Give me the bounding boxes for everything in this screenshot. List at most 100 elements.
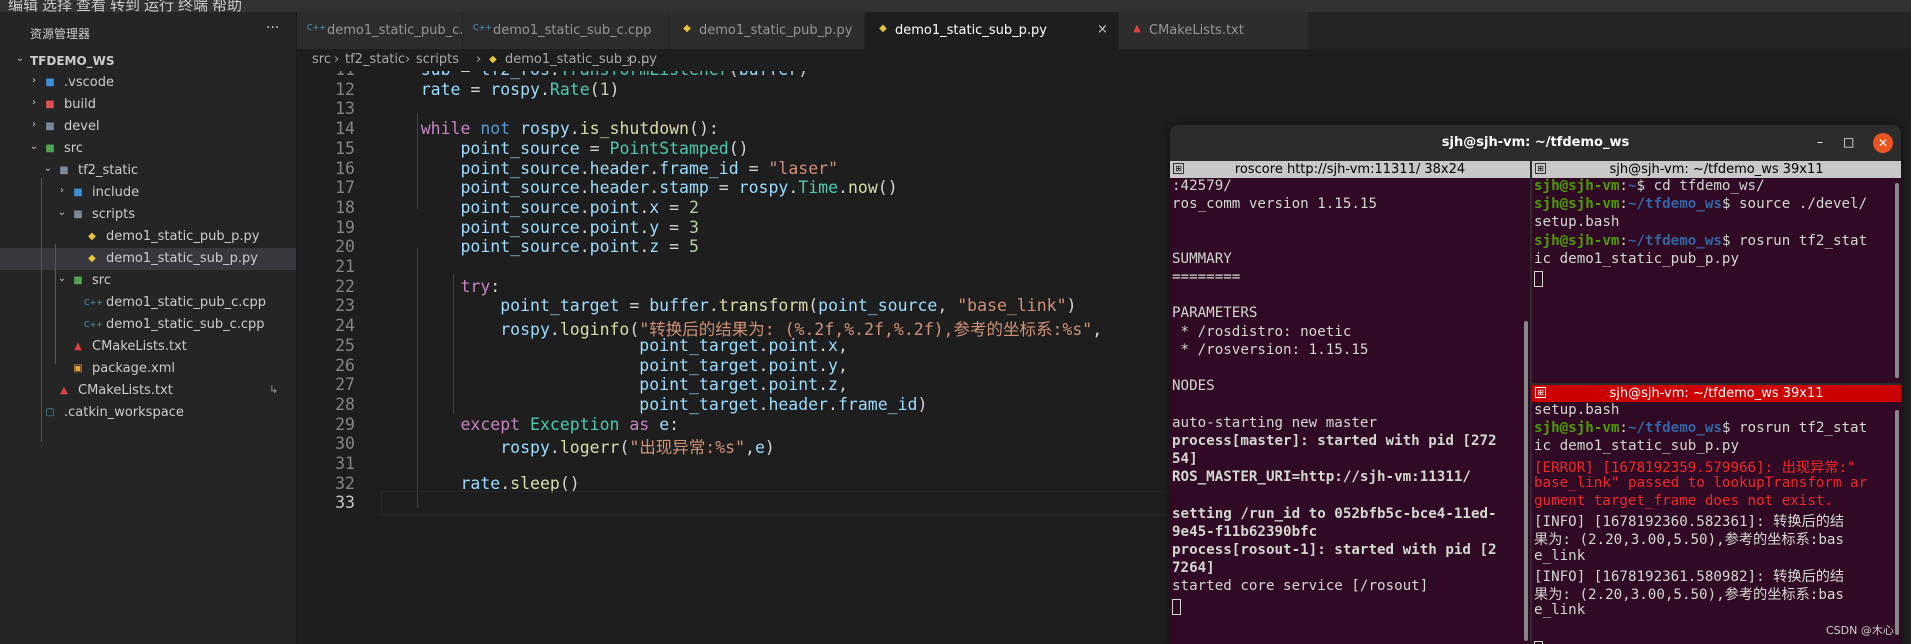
- tree-item[interactable]: ▣ package.xml: [0, 358, 296, 380]
- breadcrumb-item[interactable]: …: [637, 52, 650, 67]
- output-text: setup.bash: [1534, 214, 1620, 231]
- terminal-pane-roscore[interactable]: ⊞ roscore http://sjh-vm:11311/ 38x24:4257…: [1170, 161, 1530, 644]
- menu-item[interactable]: 编辑: [8, 0, 38, 12]
- chevron-down-icon[interactable]: ⌄: [56, 207, 68, 218]
- chevron-down-icon[interactable]: ⌄: [14, 53, 26, 64]
- command-text: $ cd tfdemo_ws/: [1636, 178, 1765, 194]
- tree-item[interactable]: ◆ demo1_static_sub_p.py: [0, 248, 296, 270]
- tree-item[interactable]: C++ demo1_static_pub_c.cpp: [0, 292, 296, 314]
- tab-cmakelists-txt[interactable]: ▲ CMakeLists.txt: [1119, 12, 1309, 49]
- menu-item[interactable]: 运行: [144, 0, 174, 12]
- menu-item[interactable]: 查看: [76, 0, 106, 12]
- minimize-icon[interactable]: –: [1817, 135, 1823, 149]
- prompt-sep: :: [1619, 196, 1628, 213]
- breadcrumb-item[interactable]: src: [312, 52, 331, 67]
- terminal-line: base_link" passed to lookupTransform ar: [1534, 475, 1867, 493]
- chevron-right-icon[interactable]: ›: [56, 185, 68, 196]
- tree-item[interactable]: ⌄ ■ src: [0, 270, 296, 292]
- close-window-icon[interactable]: ✕: [1873, 133, 1893, 153]
- code-text: except Exception as e:: [460, 414, 680, 434]
- tree-item[interactable]: ▲ CMakeLists.txt ↳: [0, 380, 296, 402]
- menu-bar: 编辑 选择 查看 转到 运行 终端 帮助: [0, 0, 1911, 12]
- menu-item[interactable]: 转到: [110, 0, 140, 12]
- chevron-right-icon: ›: [405, 52, 411, 67]
- prompt-user: sjh@sjh-vm: [1534, 196, 1620, 213]
- tree-item[interactable]: ◆ demo1_static_pub_p.py: [0, 226, 296, 248]
- chevron-down-icon[interactable]: ⌄: [42, 163, 54, 174]
- menu-item[interactable]: 选择: [42, 0, 72, 12]
- chevron-down-icon[interactable]: ⌄: [56, 273, 68, 284]
- output-text: started core service [/rosout]: [1172, 578, 1429, 595]
- scrollbar[interactable]: [1895, 410, 1899, 635]
- tree-item[interactable]: ▲ CMakeLists.txt: [0, 336, 296, 358]
- menu-item[interactable]: 终端: [178, 0, 208, 12]
- pane-header[interactable]: ⊞ sjh@sjh-vm: ~/tfdemo_ws 39x11: [1532, 161, 1901, 178]
- tree-item[interactable]: C++ demo1_static_sub_c.cpp: [0, 314, 296, 336]
- tab-demo1-static-sub-p-py[interactable]: ◆ demo1_static_sub_p.py ×: [865, 12, 1119, 49]
- breadcrumb-item[interactable]: scripts: [416, 52, 459, 67]
- more-actions-icon[interactable]: ···: [266, 20, 279, 36]
- scm-status-icon: ↳: [269, 383, 279, 396]
- tab-label: CMakeLists.txt: [1149, 23, 1244, 38]
- vscode-folder-icon: ■: [45, 77, 55, 88]
- scrollbar[interactable]: [1524, 321, 1528, 641]
- pane-header[interactable]: ⊞ sjh@sjh-vm: ~/tfdemo_ws 39x11: [1532, 385, 1901, 402]
- tree-item-label: demo1_static_pub_p.py: [106, 229, 260, 244]
- breadcrumb-file[interactable]: demo1_static_sub_p.py: [505, 52, 657, 67]
- code-text: rate.sleep(): [460, 473, 580, 493]
- tree-item[interactable]: › ■ .vscode: [0, 72, 296, 94]
- output-text: setup.bash: [1534, 402, 1620, 418]
- breadcrumb-item[interactable]: tf2_static: [345, 52, 405, 67]
- tab-demo1-static-pub-c-cpp[interactable]: C++ demo1_static_pub_c.cpp: [297, 12, 487, 49]
- terminal-pane-sub[interactable]: ⊞ sjh@sjh-vm: ~/tfdemo_ws 39x11 setup.bash…: [1532, 385, 1901, 644]
- tab-label: demo1_static_sub_c.cpp: [493, 23, 652, 38]
- tree-item[interactable]: ⌄ ■ scripts: [0, 204, 296, 226]
- tab-label: demo1_static_pub_p.py: [699, 23, 853, 38]
- workspace-root[interactable]: ⌄ TFDEMO_WS: [0, 50, 296, 72]
- tree-item-label: scripts: [92, 207, 135, 222]
- terminal-pane-pub[interactable]: ⊞ sjh@sjh-vm: ~/tfdemo_ws 39x11 sjh@sjh-vm…: [1532, 161, 1901, 383]
- command-text: $ rosrun tf2_stat: [1721, 420, 1868, 437]
- tree-item[interactable]: › ■ devel: [0, 116, 296, 138]
- chevron-right-icon[interactable]: ›: [28, 97, 40, 108]
- tab-demo1-static-sub-c-cpp[interactable]: C++ demo1_static_sub_c.cpp: [463, 12, 669, 49]
- terminal-window: sjh@sjh-vm: ~/tfdemo_ws – □ ✕ ⊞ roscore h…: [1170, 125, 1901, 644]
- chevron-right-icon[interactable]: ›: [28, 75, 40, 86]
- pane-header[interactable]: ⊞ roscore http://sjh-vm:11311/ 38x24: [1170, 161, 1530, 178]
- output-text: [ERROR] [1678192359.579966]: 出现异常:": [1534, 459, 1856, 476]
- line-number: 33: [335, 493, 355, 513]
- chevron-down-icon[interactable]: ⌄: [28, 141, 40, 152]
- tree-item[interactable]: › ■ build: [0, 94, 296, 116]
- include-folder-icon: ■: [73, 187, 83, 198]
- terminal-line: 54]: [1172, 451, 1198, 469]
- chevron-right-icon[interactable]: ›: [28, 119, 40, 130]
- code-text: try:: [460, 276, 501, 296]
- line-number: 22: [335, 276, 355, 296]
- terminal-line: ros_comm version 1.15.15: [1172, 196, 1377, 214]
- output-text: * /rosdistro: noetic: [1172, 323, 1352, 340]
- line-number: 21: [335, 257, 355, 276]
- terminal-line: [INFO] [1678192360.582361]: 转换后的结: [1534, 511, 1844, 530]
- tree-item[interactable]: › ■ include: [0, 182, 296, 204]
- tree-item[interactable]: ⌄ ■ src: [0, 138, 296, 160]
- tab-demo1-static-pub-p-py[interactable]: ◆ demo1_static_pub_p.py: [669, 12, 865, 49]
- terminal-line: ========: [1172, 269, 1240, 287]
- close-tab-icon[interactable]: ×: [1097, 22, 1108, 37]
- tree-item[interactable]: ▢ .catkin_workspace: [0, 402, 296, 424]
- output-text: :42579/: [1172, 178, 1232, 194]
- tree-item[interactable]: ⌄ ■ tf2_static: [0, 160, 296, 182]
- line-number: 18: [335, 197, 355, 217]
- output-text: * /rosversion: 1.15.15: [1172, 341, 1369, 358]
- menu-item[interactable]: 帮助: [212, 0, 242, 12]
- build-folder-icon: ■: [45, 99, 55, 110]
- folder-icon: ■: [73, 209, 83, 220]
- line-number: 13: [335, 99, 355, 119]
- maximize-icon[interactable]: □: [1843, 135, 1854, 149]
- output-text: ========: [1172, 269, 1241, 285]
- terminal-line: sjh@sjh-vm:~/tfdemo_ws$ rosrun tf2_stat: [1534, 233, 1867, 251]
- pane-title: sjh@sjh-vm: ~/tfdemo_ws 39x11: [1609, 162, 1824, 177]
- output-text: ic demo1_static_sub_p.py: [1534, 438, 1739, 455]
- terminal-titlebar[interactable]: sjh@sjh-vm: ~/tfdemo_ws – □ ✕: [1170, 125, 1901, 161]
- line-number: 20: [335, 237, 355, 257]
- scrollbar[interactable]: [1895, 183, 1899, 378]
